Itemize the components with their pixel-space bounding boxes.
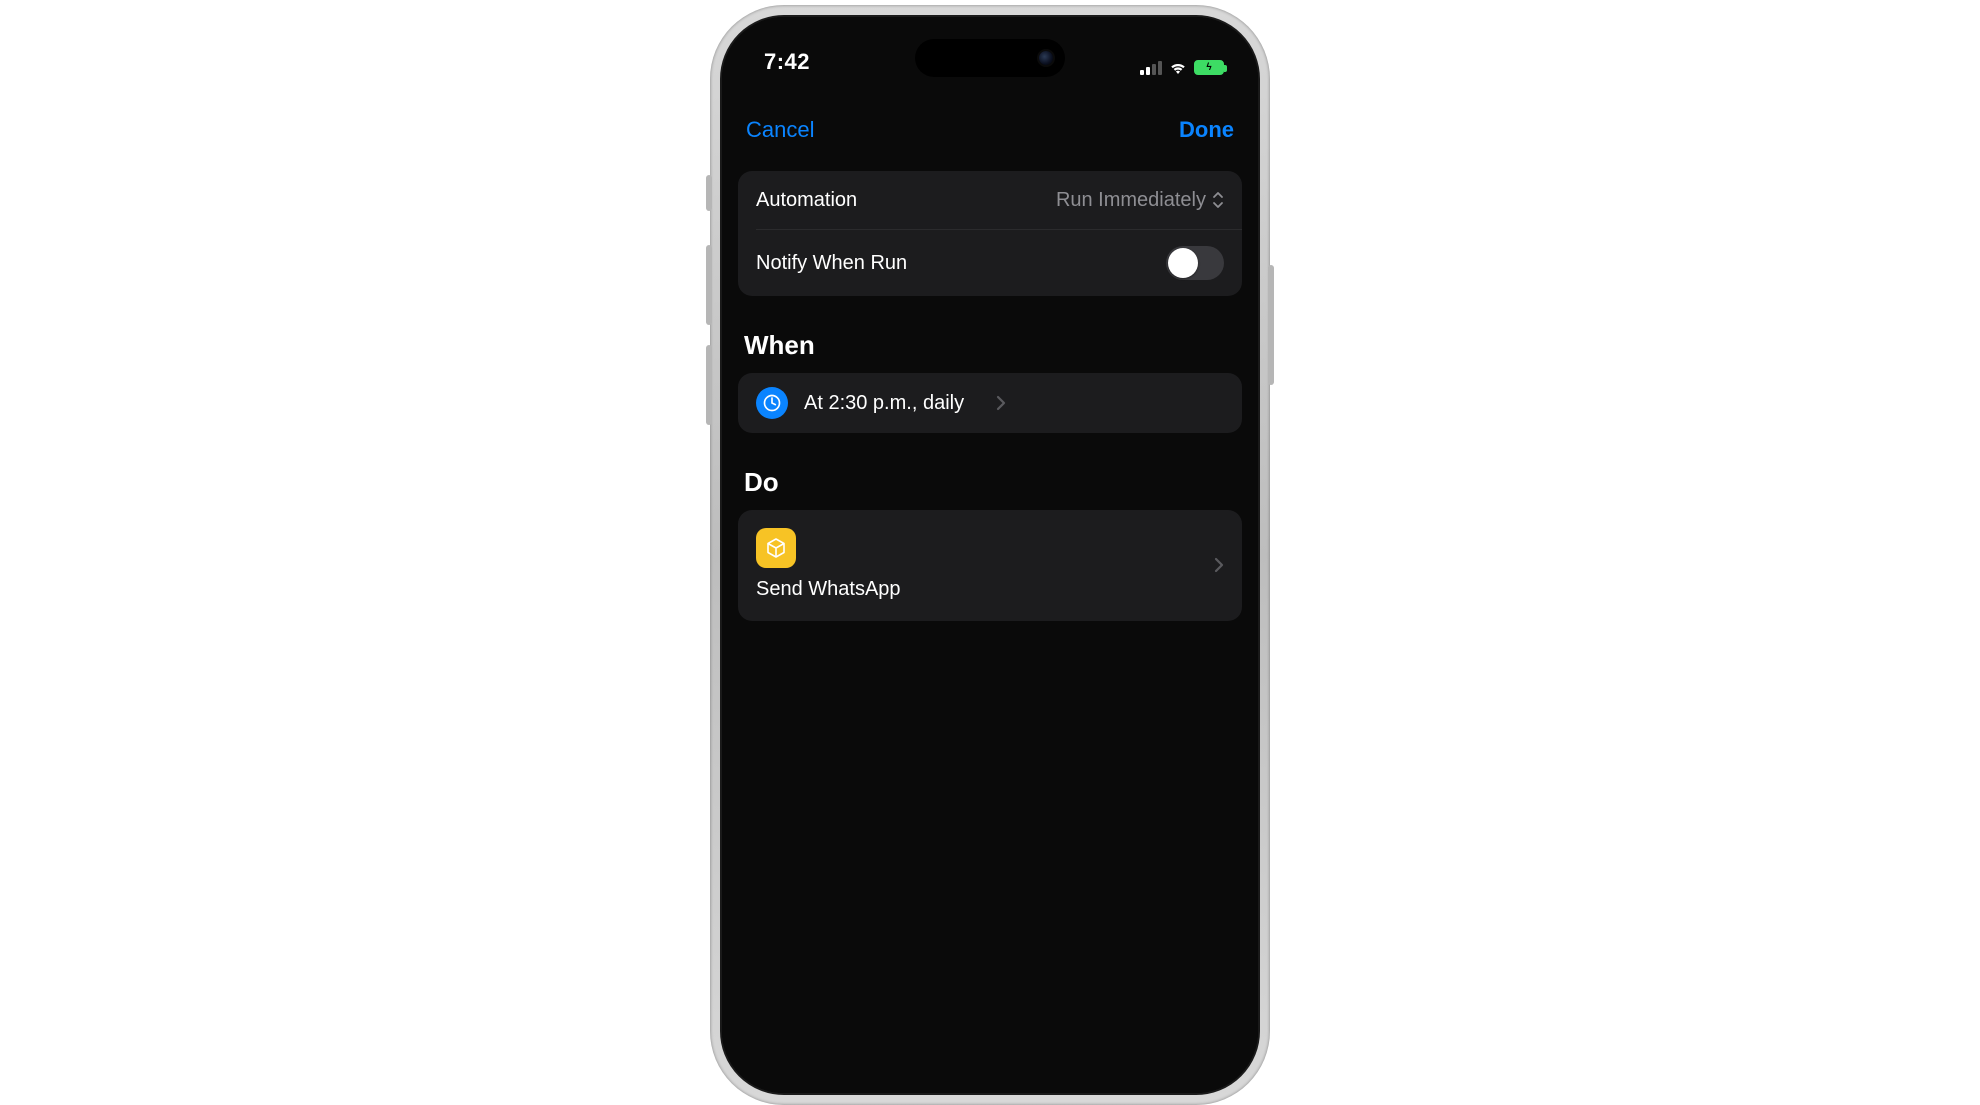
nav-bar: Cancel Done	[722, 117, 1258, 171]
cancel-button[interactable]: Cancel	[746, 117, 814, 143]
screen: 7:42 ϟ Cancel Done Automation	[720, 15, 1260, 1095]
settings-group: Automation Run Immediately Notify When R…	[738, 171, 1242, 296]
do-action-row[interactable]: Send WhatsApp	[738, 510, 1242, 621]
side-button	[706, 345, 712, 425]
automation-value: Run Immediately	[1056, 189, 1224, 212]
shortcut-icon	[756, 528, 796, 568]
front-camera	[1039, 51, 1053, 65]
battery-charging-icon: ϟ	[1194, 60, 1224, 75]
when-trigger-text: At 2:30 p.m., daily	[804, 392, 964, 415]
wifi-icon	[1169, 61, 1187, 75]
side-button	[706, 245, 712, 325]
done-button[interactable]: Done	[1179, 117, 1234, 143]
when-group: At 2:30 p.m., daily	[738, 373, 1242, 433]
toggle-knob	[1168, 248, 1198, 278]
automation-label: Automation	[756, 189, 857, 212]
status-time: 7:42	[764, 49, 810, 75]
dynamic-island	[915, 39, 1065, 77]
phone-frame: 7:42 ϟ Cancel Done Automation	[710, 5, 1270, 1105]
updown-chevron-icon	[1212, 191, 1224, 209]
notify-toggle[interactable]	[1166, 246, 1224, 280]
cellular-icon	[1140, 61, 1162, 75]
do-group: Send WhatsApp	[738, 510, 1242, 621]
when-trigger-row[interactable]: At 2:30 p.m., daily	[738, 373, 1242, 433]
automation-value-text: Run Immediately	[1056, 189, 1206, 212]
do-section-title: Do	[722, 433, 1258, 510]
notify-label: Notify When Run	[756, 252, 907, 275]
automation-mode-row[interactable]: Automation Run Immediately	[738, 171, 1242, 229]
notify-row: Notify When Run	[756, 229, 1242, 296]
side-button	[1268, 265, 1274, 385]
chevron-right-icon	[1214, 557, 1224, 573]
side-button	[706, 175, 712, 211]
chevron-right-icon	[996, 395, 1006, 411]
do-action-text: Send WhatsApp	[756, 578, 1198, 601]
clock-icon	[756, 387, 788, 419]
content: Cancel Done Automation Run Immediately	[722, 17, 1258, 1093]
when-section-title: When	[722, 296, 1258, 373]
status-indicators: ϟ	[1140, 60, 1224, 75]
